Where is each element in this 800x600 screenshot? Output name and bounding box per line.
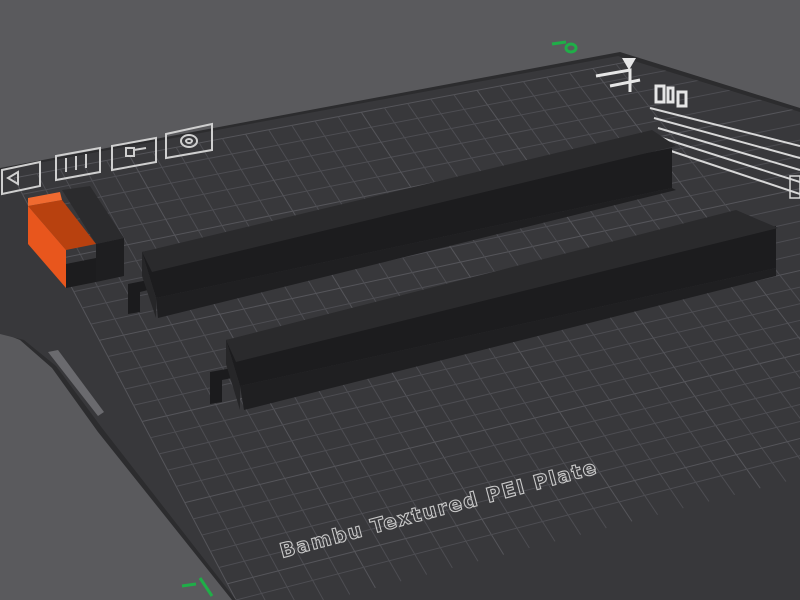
y-axis-marker [551,40,578,54]
3d-viewport[interactable]: Bambu Textured PEI Plate [0,0,800,600]
x-axis-marker [181,577,214,597]
